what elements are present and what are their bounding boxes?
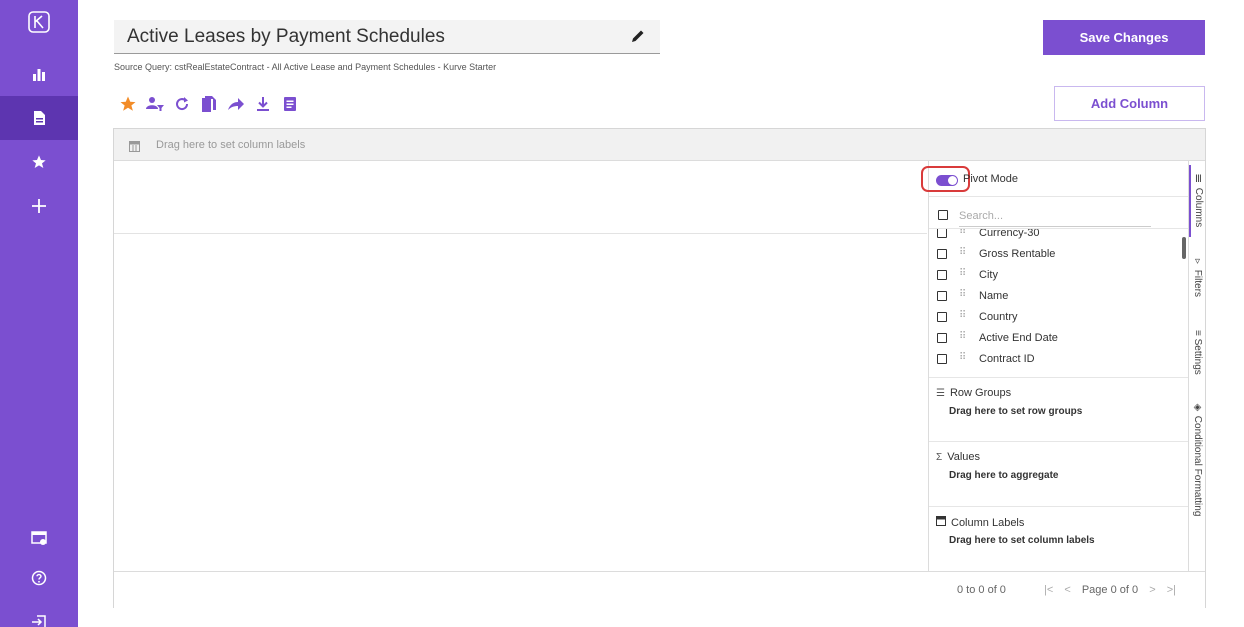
tool-panel: Pivot Mode ⠿ Currency-30 ⠿ Gross Rentabl… bbox=[921, 161, 1189, 571]
star-icon[interactable] bbox=[118, 94, 138, 114]
share-icon[interactable] bbox=[226, 94, 246, 114]
pivot-grid: Drag here to set column labels Pivot Mod… bbox=[113, 128, 1206, 608]
column-checkbox[interactable] bbox=[937, 249, 947, 259]
user-filter-icon[interactable] bbox=[145, 94, 165, 114]
source-query-text: Source Query: cstRealEstateContract - Al… bbox=[114, 62, 497, 72]
column-name: Gross Rentable bbox=[979, 248, 1056, 260]
report-title-field[interactable]: Active Leases by Payment Schedules bbox=[114, 20, 660, 54]
values-header: Σ Values bbox=[936, 451, 980, 463]
column-item[interactable]: ⠿ Name bbox=[929, 286, 1175, 307]
pagination-nav: |< < Page 0 of 0 > >| bbox=[1044, 584, 1184, 596]
column-labels-drop-zone[interactable]: Drag here to set column labels bbox=[114, 129, 1205, 161]
drag-handle-icon[interactable]: ⠿ bbox=[959, 310, 966, 321]
column-name: City bbox=[979, 269, 998, 281]
column-item[interactable]: ⠿ Gross Rentable bbox=[929, 244, 1175, 265]
column-name: Name bbox=[979, 290, 1009, 302]
column-labels-header: Column Labels bbox=[936, 516, 1024, 529]
help-icon[interactable] bbox=[0, 556, 78, 600]
column-checkbox[interactable] bbox=[937, 312, 947, 322]
row-groups-header: ☰ Row Groups bbox=[936, 387, 1011, 399]
column-labels-section-icon bbox=[936, 516, 946, 529]
document-icon[interactable] bbox=[280, 94, 300, 114]
tab-conditional-formatting-label: ◈ Conditional Formatting bbox=[1192, 401, 1203, 517]
row-groups-title: Row Groups bbox=[949, 387, 1012, 399]
column-search-input[interactable] bbox=[959, 205, 1151, 227]
admin-icon[interactable] bbox=[0, 516, 78, 560]
next-page-icon[interactable]: > bbox=[1149, 584, 1155, 596]
column-item[interactable]: ⠿ Contract ID bbox=[929, 349, 1175, 370]
page-title: Active Leases by Payment Schedules bbox=[127, 26, 445, 47]
drag-handle-icon[interactable]: ⠿ bbox=[959, 268, 966, 279]
pivot-mode-row: Pivot Mode bbox=[921, 161, 1189, 197]
tab-columns[interactable]: Ⅲ Columns bbox=[1189, 165, 1206, 237]
prev-page-icon[interactable]: < bbox=[1064, 584, 1070, 596]
column-labels-drop-text: Drag here to set column labels bbox=[156, 139, 306, 151]
tab-conditional-formatting[interactable]: ◈ Conditional Formatting bbox=[1189, 393, 1206, 525]
drag-handle-icon[interactable]: ⠿ bbox=[959, 247, 966, 258]
dashboard-icon[interactable] bbox=[0, 52, 78, 96]
drag-handle-icon[interactable]: ⠿ bbox=[959, 229, 966, 237]
download-icon[interactable] bbox=[253, 94, 273, 114]
column-list: ⠿ Currency-30 ⠿ Gross Rentable ⠿ City ⠿ … bbox=[929, 229, 1175, 377]
pagination-bar: 0 to 0 of 0 |< < Page 0 of 0 > >| bbox=[114, 571, 1205, 608]
column-labels-title: Column Labels bbox=[951, 516, 1025, 529]
values-section[interactable]: Σ Values Drag here to aggregate bbox=[929, 441, 1189, 506]
column-checkbox[interactable] bbox=[937, 229, 947, 238]
drag-handle-icon[interactable]: ⠿ bbox=[959, 289, 966, 300]
tab-filters-label: ▿ Filters bbox=[1192, 256, 1203, 298]
column-name: Country bbox=[979, 311, 1018, 323]
side-tabs: Ⅲ Columns ▿ Filters ≡ Settings ◈ Conditi… bbox=[1188, 161, 1205, 571]
column-item[interactable]: ⠿ Active End Date bbox=[929, 328, 1175, 349]
column-checkbox[interactable] bbox=[937, 270, 947, 280]
sigma-icon: Σ bbox=[936, 451, 943, 463]
reports-icon[interactable] bbox=[0, 96, 78, 140]
tab-columns-label: Ⅲ Columns bbox=[1193, 174, 1204, 228]
add-icon[interactable] bbox=[0, 184, 78, 228]
column-labels-section-drop-text: Drag here to set column labels bbox=[949, 535, 1095, 546]
column-labels-section[interactable]: Column Labels Drag here to set column la… bbox=[929, 506, 1189, 571]
row-groups-drop-text: Drag here to set row groups bbox=[949, 406, 1083, 417]
tab-filters[interactable]: ▿ Filters bbox=[1189, 247, 1206, 307]
column-search-row bbox=[929, 197, 1189, 229]
row-groups-section[interactable]: ☰ Row Groups Drag here to set row groups bbox=[929, 377, 1189, 441]
add-column-button[interactable]: Add Column bbox=[1054, 86, 1205, 121]
values-title: Values bbox=[947, 451, 981, 463]
refresh-icon[interactable] bbox=[172, 94, 192, 114]
values-drop-text: Drag here to aggregate bbox=[949, 470, 1059, 481]
column-name: Currency-30 bbox=[979, 229, 1040, 239]
column-item[interactable]: ⠿ City bbox=[929, 265, 1175, 286]
row-groups-icon: ☰ bbox=[936, 387, 945, 399]
save-changes-button[interactable]: Save Changes bbox=[1043, 20, 1205, 55]
column-item[interactable]: ⠿ Country bbox=[929, 307, 1175, 328]
column-item[interactable]: ⠿ Currency-30 bbox=[929, 229, 1175, 244]
edit-title-icon[interactable] bbox=[630, 28, 646, 49]
select-all-checkbox[interactable] bbox=[938, 210, 948, 220]
row-count-text: 0 to 0 of 0 bbox=[957, 584, 1006, 596]
tab-settings[interactable]: ≡ Settings bbox=[1189, 319, 1206, 385]
column-checkbox[interactable] bbox=[937, 354, 947, 364]
tab-settings-label: ≡ Settings bbox=[1192, 329, 1203, 375]
page-indicator: Page 0 of 0 bbox=[1081, 584, 1139, 596]
pivot-mode-toggle[interactable] bbox=[936, 175, 958, 186]
logout-icon[interactable] bbox=[0, 600, 78, 627]
column-checkbox[interactable] bbox=[937, 291, 947, 301]
drag-handle-icon[interactable]: ⠿ bbox=[959, 331, 966, 342]
column-checkbox[interactable] bbox=[937, 333, 947, 343]
grid-header-divider bbox=[114, 233, 927, 234]
column-name: Active End Date bbox=[979, 332, 1058, 344]
pivot-mode-label: Pivot Mode bbox=[963, 173, 1019, 185]
column-labels-icon bbox=[129, 139, 140, 157]
report-toolbar bbox=[118, 93, 307, 115]
sidebar bbox=[0, 0, 78, 627]
copy-icon[interactable] bbox=[199, 94, 219, 114]
first-page-icon[interactable]: |< bbox=[1044, 584, 1053, 596]
last-page-icon[interactable]: >| bbox=[1167, 584, 1176, 596]
column-list-scrollbar[interactable] bbox=[1182, 237, 1186, 259]
logo-icon[interactable] bbox=[0, 0, 78, 44]
drag-handle-icon[interactable]: ⠿ bbox=[959, 352, 966, 363]
favorites-icon[interactable] bbox=[0, 140, 78, 184]
column-name: Contract ID bbox=[979, 353, 1035, 365]
